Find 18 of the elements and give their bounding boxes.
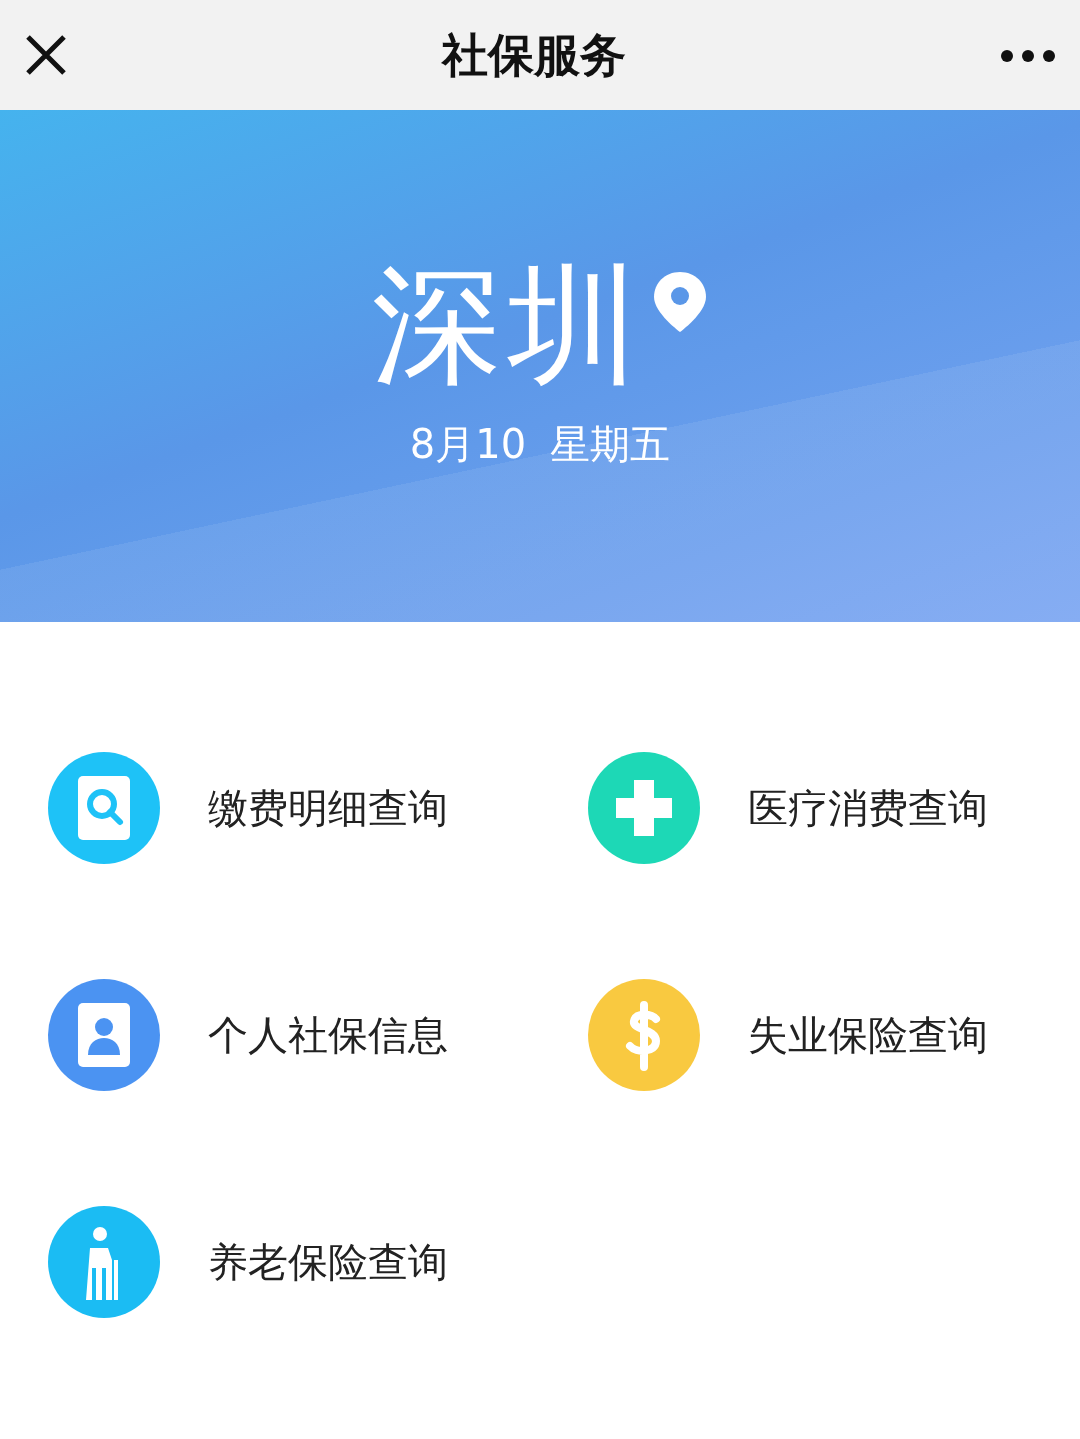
page-title: 社保服务 [442,26,626,84]
close-icon [24,33,68,77]
date-text: 8月10 [409,420,527,469]
person-card-icon[interactable] [48,979,160,1091]
service-link[interactable]: 养老保险查询 [208,1232,448,1292]
location-pin-icon [652,270,708,334]
document-search-icon[interactable] [48,752,160,864]
service-link[interactable]: 缴费明细查询 [208,778,448,838]
elderly-person-icon[interactable] [48,1206,160,1318]
city-name: 深圳 [372,260,644,390]
service-link[interactable]: 个人社保信息 [208,1005,448,1065]
service-link[interactable]: 医疗消费查询 [748,778,988,838]
service-link[interactable]: 失业保险查询 [748,1005,988,1065]
close-button[interactable] [24,33,68,77]
dollar-icon[interactable] [588,979,700,1091]
weekday-text: 星期五 [550,420,671,469]
more-icon [1000,48,1056,63]
plus-icon[interactable] [588,752,700,864]
